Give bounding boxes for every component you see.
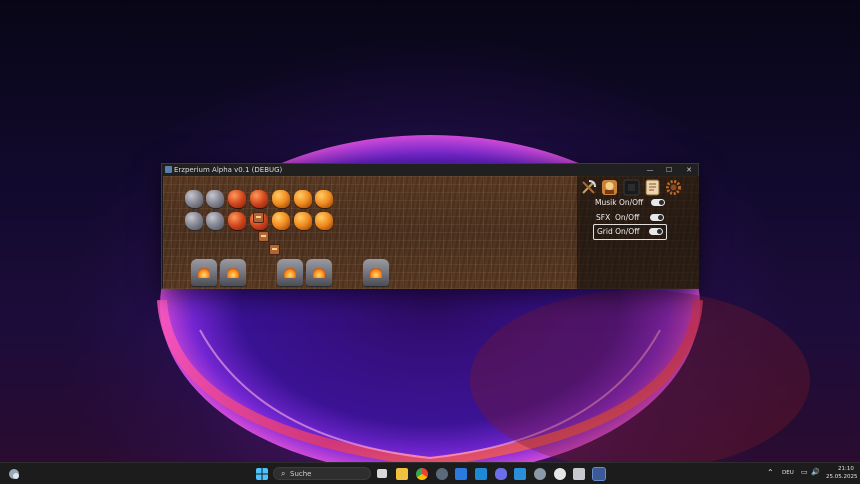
amber-ore-tile[interactable] xyxy=(315,190,333,208)
furnace-building[interactable] xyxy=(220,259,246,286)
note-icon[interactable] xyxy=(644,179,661,196)
furnace-building[interactable] xyxy=(277,259,303,286)
file-explorer-icon[interactable] xyxy=(396,468,408,480)
settings-panel: Musik On/Off SFX On/Off Grid On/Off xyxy=(577,176,699,289)
window-titlebar[interactable]: Erzperium Alpha v0.1 (DEBUG) — ☐ ✕ xyxy=(162,164,698,176)
gear-app-icon[interactable] xyxy=(534,468,546,480)
game-board[interactable]: Musik On/Off SFX On/Off Grid On/Off xyxy=(163,176,699,289)
amber-ore-tile[interactable] xyxy=(272,190,290,208)
sfx-toggle-switch[interactable] xyxy=(650,214,664,221)
amber-ore-tile[interactable] xyxy=(272,212,290,230)
chatgpt-icon[interactable] xyxy=(554,468,566,480)
dark-tile-icon[interactable] xyxy=(623,179,640,196)
volume-icon[interactable]: 🔊 xyxy=(811,469,820,476)
copper-ore-tile[interactable] xyxy=(228,190,246,208)
settings-icon[interactable] xyxy=(436,468,448,480)
stone-ore-tile[interactable] xyxy=(206,212,224,230)
arrow-app-icon[interactable] xyxy=(455,468,467,480)
docker-icon[interactable] xyxy=(514,468,526,480)
stone-ore-tile[interactable] xyxy=(185,190,203,208)
miner-bot[interactable] xyxy=(253,212,264,223)
toggle-row-grid[interactable]: Grid On/Off xyxy=(593,224,667,240)
pickaxe-icon[interactable] xyxy=(580,179,597,196)
clock-date[interactable]: 25.05.2025 xyxy=(826,474,858,481)
clock-time[interactable]: 21:10 xyxy=(838,466,854,473)
widgets-icon[interactable] xyxy=(8,468,20,480)
amber-ore-tile[interactable] xyxy=(315,212,333,230)
minimize-button[interactable]: — xyxy=(640,164,660,176)
maximize-button[interactable]: ☐ xyxy=(659,164,679,176)
language-indicator[interactable]: DEU xyxy=(782,470,794,477)
window-title: Erzperium Alpha v0.1 (DEBUG) xyxy=(174,166,283,174)
gear-icon[interactable] xyxy=(665,179,682,196)
editor-icon[interactable] xyxy=(573,468,585,480)
search-placeholder: Suche xyxy=(290,470,312,478)
furnace-building[interactable] xyxy=(306,259,332,286)
vscode-icon[interactable] xyxy=(475,468,487,480)
toggle-row-sfx[interactable]: SFX On/Off xyxy=(593,211,665,224)
music-toggle-label: Musik On/Off xyxy=(595,198,644,207)
character-icon[interactable] xyxy=(601,179,618,196)
sfx-toggle-label: SFX On/Off xyxy=(596,213,640,222)
music-toggle-switch[interactable] xyxy=(651,199,665,206)
task-view-icon[interactable] xyxy=(377,469,387,478)
game-window[interactable]: Erzperium Alpha v0.1 (DEBUG) — ☐ ✕ Musik… xyxy=(161,163,699,289)
taskbar-search[interactable]: ⌕ Suche xyxy=(273,467,371,480)
app-icon xyxy=(165,166,172,173)
furnace-building[interactable] xyxy=(363,259,389,286)
stone-ore-tile[interactable] xyxy=(185,212,203,230)
taskbar: ⌕ Suche ⌃ DEU ▭ 🔊 21:10 25.05.2025 xyxy=(0,462,860,484)
miner-bot[interactable] xyxy=(258,231,269,242)
amber-ore-tile[interactable] xyxy=(294,212,312,230)
tray-overflow-icon[interactable]: ⌃ xyxy=(767,469,774,477)
copper-ore-tile[interactable] xyxy=(228,212,246,230)
grid-toggle-switch[interactable] xyxy=(649,228,663,235)
start-icon[interactable] xyxy=(256,468,268,480)
network-icon[interactable]: ▭ xyxy=(801,469,808,476)
miner-bot[interactable] xyxy=(269,244,280,255)
grid-toggle-label: Grid On/Off xyxy=(597,227,640,236)
game-icon[interactable] xyxy=(592,467,606,481)
stone-ore-tile[interactable] xyxy=(206,190,224,208)
close-button[interactable]: ✕ xyxy=(679,164,699,176)
chrome-icon[interactable] xyxy=(416,468,428,480)
discord-icon[interactable] xyxy=(495,468,507,480)
furnace-building[interactable] xyxy=(191,259,217,286)
amber-ore-tile[interactable] xyxy=(294,190,312,208)
copper-ore-tile[interactable] xyxy=(250,190,268,208)
search-icon: ⌕ xyxy=(281,469,286,478)
toggle-row-music[interactable]: Musik On/Off xyxy=(593,196,665,209)
